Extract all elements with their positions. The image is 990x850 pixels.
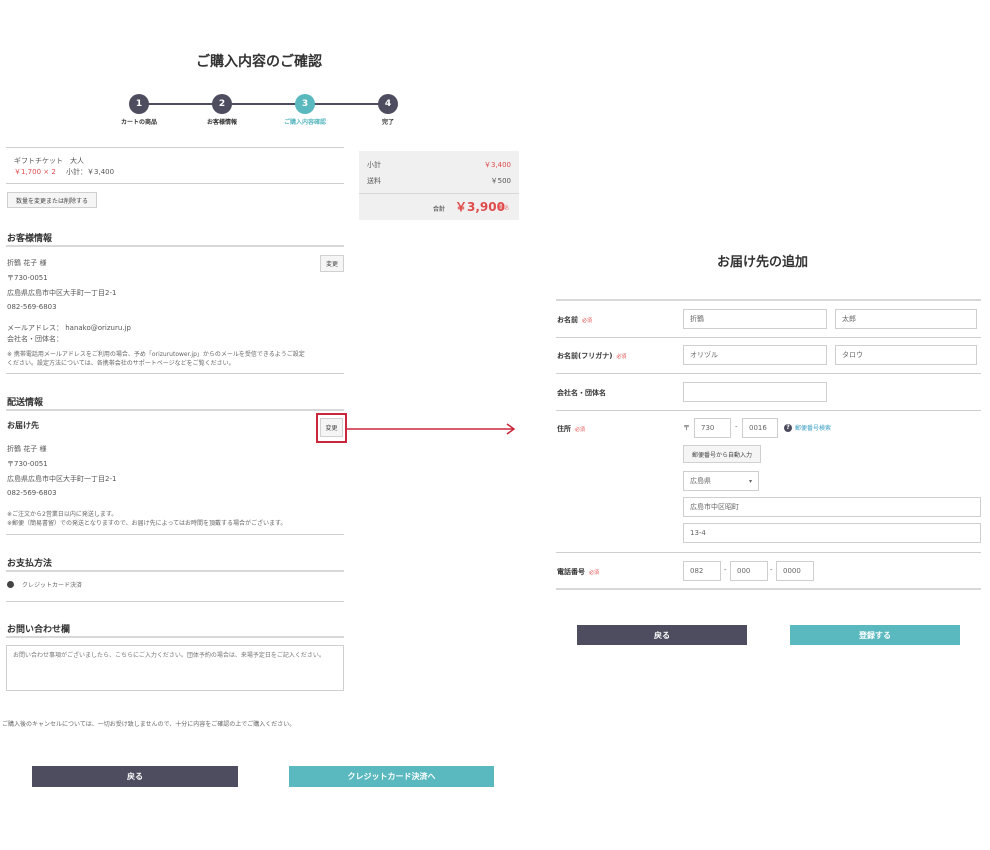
city-input[interactable]: 広島市中区昭町: [683, 497, 981, 517]
summary-total-label: 合計: [433, 206, 446, 213]
required-badge: 必須: [582, 318, 593, 324]
step-4-circle: 4: [378, 94, 398, 114]
step-1-circle: 1: [129, 94, 149, 114]
credit-card-pay-button[interactable]: クレジットカード決済へ: [289, 766, 494, 787]
step-3-circle: 3: [295, 94, 315, 114]
add-destination-title: お届け先の追加: [717, 255, 809, 270]
chevron-down-icon: ▾: [748, 477, 752, 485]
change-quantity-button[interactable]: 数量を変更または削除する: [7, 192, 97, 208]
order-summary: 小計 ￥3,400 送料 ￥500 合計 ￥3,900 税込: [359, 151, 519, 220]
last-kana-input[interactable]: オリヅル: [683, 345, 827, 365]
cart-item-subtotal: 小計：￥3,400: [66, 168, 115, 176]
zip-search-link[interactable]: ? 郵便番号検索: [784, 423, 831, 432]
cancel-policy-note: ご購入後のキャンセルについては、一切お受け致しませんので、十分に内容をご確認の上…: [2, 721, 296, 728]
step-4-label: 完了: [381, 119, 395, 126]
address-label: 住所 必須: [557, 424, 585, 434]
name-label: お名前 必須: [557, 315, 592, 325]
company-input[interactable]: [683, 382, 827, 402]
zip-mark: 〒: [683, 424, 690, 432]
customer-company: 会社名・団体名：: [7, 335, 63, 343]
question-icon[interactable]: ?: [784, 423, 792, 432]
payment-heading: お支払方法: [7, 559, 53, 569]
kana-label-text: お名前(フリガナ): [557, 352, 613, 360]
cart-item-price-row: ￥1,700 × 2 小計：￥3,400: [14, 167, 114, 177]
progress-line: [140, 103, 388, 105]
customer-zip: 〒730-0051: [7, 274, 48, 282]
customer-change-button[interactable]: 変更: [320, 255, 344, 272]
street-input[interactable]: 13-4: [683, 523, 981, 543]
cart-item-name: ギフトチケット 大人: [14, 157, 84, 165]
required-badge: 必須: [616, 354, 627, 360]
phone-second-input[interactable]: 000: [730, 561, 768, 581]
kana-label: お名前(フリガナ) 必須: [557, 351, 626, 361]
first-name-input[interactable]: 太郎: [835, 309, 977, 329]
zip-separator: -: [735, 423, 738, 431]
name-label-text: お名前: [557, 316, 578, 324]
phone-separator-2: -: [770, 566, 773, 574]
shipping-destination-heading: お届け先: [7, 421, 39, 430]
shipping-note-2: ※郵便（簡易書留）での発送となりますので、お届け先によってはお時間を頂戴する場合…: [7, 520, 287, 527]
required-badge: 必須: [575, 427, 586, 433]
customer-email: メールアドレス： hanako@orizuru.jp: [7, 324, 131, 332]
shipping-change-button[interactable]: 変更: [320, 418, 343, 437]
phone-label: 電話番号 必須: [557, 567, 599, 577]
cart-item-price-qty: ￥1,700 × 2: [14, 168, 56, 176]
shipping-address: 広島県広島市中区大手町一丁目2-1: [7, 475, 117, 483]
phone-separator-1: -: [724, 566, 727, 574]
page-title: ご購入内容のご確認: [196, 54, 322, 70]
phone-label-text: 電話番号: [557, 568, 585, 576]
shipping-zip: 〒730-0051: [7, 460, 48, 468]
summary-subtotal-label: 小計: [367, 161, 381, 169]
back-button[interactable]: 戻る: [32, 766, 238, 787]
zip-second-input[interactable]: 0016: [742, 418, 778, 438]
required-badge: 必須: [589, 570, 600, 576]
first-kana-input[interactable]: タロウ: [835, 345, 977, 365]
summary-shipping-label: 送料: [367, 177, 381, 185]
prefecture-select[interactable]: 広島県 ▾: [683, 471, 759, 491]
inquiry-textarea[interactable]: [6, 645, 344, 691]
auto-fill-button[interactable]: 郵便番号から自動入力: [683, 445, 761, 463]
shipping-info-heading: 配送情報: [7, 398, 44, 408]
summary-total-value: ￥3,900: [455, 200, 505, 214]
customer-phone: 082-569-6803: [7, 303, 57, 311]
shipping-note-1: ※ご注文から2営業日以内に発送します。: [7, 511, 118, 518]
register-button[interactable]: 登録する: [790, 625, 960, 645]
last-name-input[interactable]: 折鶴: [683, 309, 827, 329]
summary-tax-note: 税込: [499, 205, 510, 211]
shipping-name: 折鶴 花子 様: [7, 445, 47, 453]
step-2-label: お客様情報: [206, 119, 238, 126]
zip-first-input[interactable]: 730: [694, 418, 731, 438]
payment-option-credit[interactable]: クレジットカード決済: [7, 580, 82, 589]
customer-note-1: ※ 携帯電話用メールアドレスをご利用の場合、予め「orizurutower.jp…: [7, 351, 305, 358]
summary-shipping-value: ￥500: [490, 177, 511, 185]
company-label: 会社名・団体名: [557, 389, 606, 397]
step-3-label: ご購入内容確認: [283, 119, 327, 126]
step-2-circle: 2: [212, 94, 232, 114]
form-back-button[interactable]: 戻る: [577, 625, 747, 645]
step-1-label: カートの商品: [120, 119, 158, 126]
prefecture-selected-value: 広島県: [690, 477, 711, 485]
phone-first-input[interactable]: 082: [683, 561, 721, 581]
phone-third-input[interactable]: 0000: [776, 561, 814, 581]
customer-address: 広島県広島市中区大手町一丁目2-1: [7, 289, 117, 297]
arrow-to-form-icon: [347, 423, 516, 435]
customer-info-heading: お客様情報: [7, 234, 53, 244]
summary-subtotal-value: ￥3,400: [483, 161, 511, 169]
shipping-phone: 082-569-6803: [7, 489, 57, 497]
inquiry-heading: お問い合わせ欄: [7, 625, 71, 635]
customer-note-2: ください。設定方法については、各携帯会社のサポートページなどをご覧ください。: [7, 360, 235, 367]
customer-name: 折鶴 花子 様: [7, 259, 47, 267]
address-label-text: 住所: [557, 425, 571, 433]
zip-search-text[interactable]: 郵便番号検索: [795, 423, 831, 432]
payment-option-label: クレジットカード決済: [22, 582, 83, 589]
radio-selected-icon[interactable]: [7, 581, 14, 588]
